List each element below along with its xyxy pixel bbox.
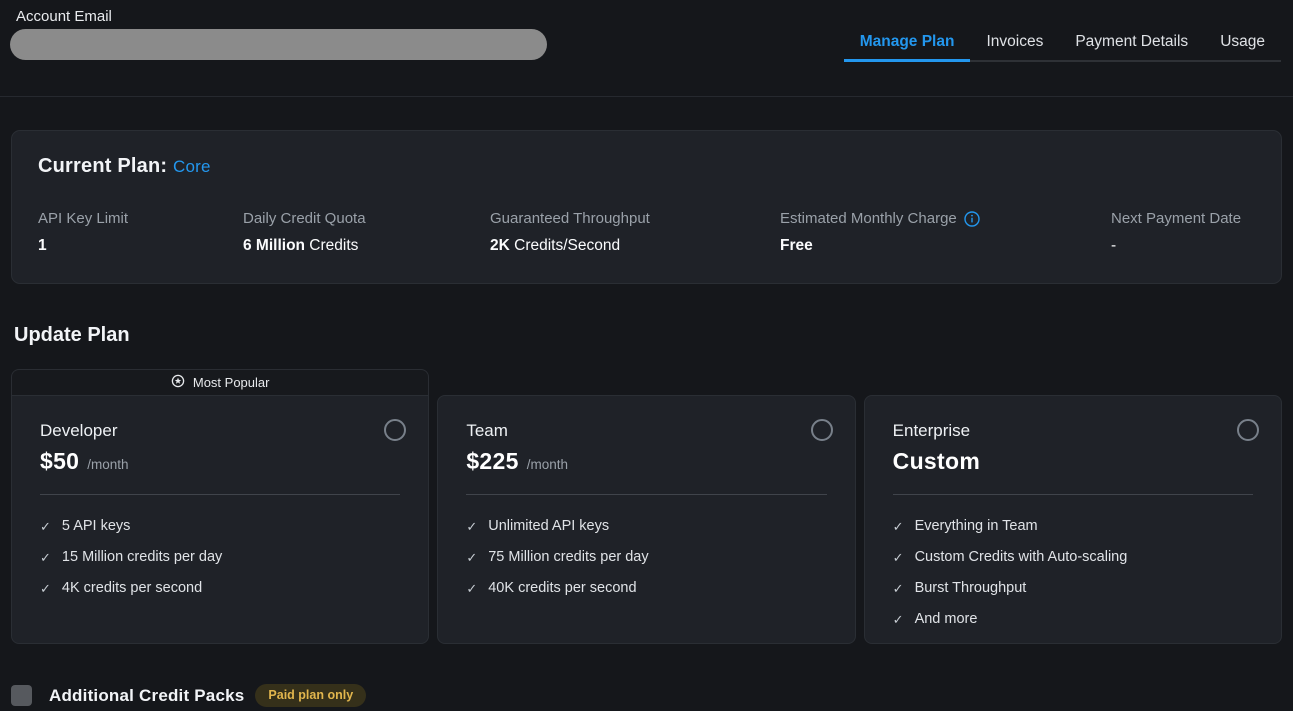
check-icon: ✓ — [893, 582, 904, 595]
plan-period: /month — [87, 457, 128, 472]
plan-price: Custom — [893, 448, 980, 475]
billing-tabs: Manage Plan Invoices Payment Details Usa… — [844, 8, 1281, 62]
most-popular-banner: Most Popular — [11, 369, 429, 395]
tab-invoices[interactable]: Invoices — [970, 8, 1059, 62]
stat-daily-credit-quota: Daily Credit Quota 6 Million Credits — [243, 210, 490, 255]
plan-price: $50 — [40, 448, 79, 475]
check-icon: ✓ — [40, 582, 51, 595]
plan-feature-item: ✓ Custom Credits with Auto-scaling — [893, 549, 1253, 565]
stat-estimated-monthly-charge: Estimated Monthly Charge Free — [780, 210, 1111, 255]
plan-features: ✓ 5 API keys ✓ 15 Million credits per da… — [40, 518, 400, 596]
plan-card-developer[interactable]: Developer $50 /month ✓ 5 API keys — [11, 395, 429, 644]
plan-option-developer: Most Popular Developer $50 /month ✓ 5 AP… — [11, 369, 429, 644]
current-plan-card: Current Plan: Core API Key Limit 1 Daily… — [11, 130, 1282, 284]
check-icon: ✓ — [40, 551, 51, 564]
plan-feature-item: ✓ 15 Million credits per day — [40, 549, 400, 565]
tab-usage[interactable]: Usage — [1204, 8, 1281, 62]
current-plan-stats: API Key Limit 1 Daily Credit Quota 6 Mil… — [38, 210, 1255, 255]
update-plan-heading: Update Plan — [14, 324, 1282, 347]
most-popular-icon — [171, 374, 185, 391]
current-plan-label: Current Plan: — [38, 155, 167, 177]
check-icon: ✓ — [893, 551, 904, 564]
plan-features: ✓ Everything in Team ✓ Custom Credits wi… — [893, 518, 1253, 627]
most-popular-label: Most Popular — [193, 375, 270, 390]
tab-payment-details[interactable]: Payment Details — [1059, 8, 1204, 62]
plan-options: Most Popular Developer $50 /month ✓ 5 AP… — [11, 369, 1282, 644]
account-email-value — [10, 29, 547, 60]
additional-credit-packs-row: Additional Credit Packs Paid plan only — [11, 684, 1282, 707]
check-icon: ✓ — [466, 582, 477, 595]
tab-manage-plan[interactable]: Manage Plan — [844, 8, 971, 62]
stat-guaranteed-throughput: Guaranteed Throughput 2K Credits/Second — [490, 210, 780, 255]
check-icon: ✓ — [893, 613, 904, 626]
plan-radio-team[interactable] — [811, 419, 833, 441]
plan-feature-item: ✓ 4K credits per second — [40, 580, 400, 596]
page-header: Account Email Manage Plan Invoices Payme… — [0, 8, 1293, 97]
stat-next-payment-date: Next Payment Date - — [1111, 210, 1255, 255]
plan-card-team[interactable]: Team $225 /month ✓ Unlimited API keys — [437, 395, 855, 644]
check-icon: ✓ — [40, 520, 51, 533]
plan-name: Enterprise — [893, 421, 1253, 441]
plan-feature-item: ✓ Everything in Team — [893, 518, 1253, 534]
check-icon: ✓ — [893, 520, 904, 533]
plan-option-team: Team $225 /month ✓ Unlimited API keys — [437, 395, 855, 644]
plan-radio-developer[interactable] — [384, 419, 406, 441]
main-content: Current Plan: Core API Key Limit 1 Daily… — [0, 130, 1293, 707]
plan-feature-item: ✓ 5 API keys — [40, 518, 400, 534]
plan-option-enterprise: Enterprise Custom ✓ Everything in Team — [864, 395, 1282, 644]
info-icon[interactable] — [964, 211, 980, 227]
plan-radio-enterprise[interactable] — [1237, 419, 1259, 441]
plan-name: Team — [466, 421, 826, 441]
plan-period: /month — [527, 457, 568, 472]
plan-price: $225 — [466, 448, 518, 475]
check-icon: ✓ — [466, 520, 477, 533]
divider — [40, 494, 400, 495]
plan-features: ✓ Unlimited API keys ✓ 75 Million credit… — [466, 518, 826, 596]
plan-feature-item: ✓ 40K credits per second — [466, 580, 826, 596]
divider — [893, 494, 1253, 495]
plan-name: Developer — [40, 421, 400, 441]
plan-card-enterprise[interactable]: Enterprise Custom ✓ Everything in Team — [864, 395, 1282, 644]
plan-feature-item: ✓ Unlimited API keys — [466, 518, 826, 534]
plan-feature-item: ✓ And more — [893, 611, 1253, 627]
paid-plan-only-badge: Paid plan only — [255, 684, 366, 707]
check-icon: ✓ — [466, 551, 477, 564]
current-plan-name: Core — [173, 157, 211, 176]
plan-feature-item: ✓ Burst Throughput — [893, 580, 1253, 596]
plan-feature-item: ✓ 75 Million credits per day — [466, 549, 826, 565]
divider — [466, 494, 826, 495]
current-plan-title: Current Plan: Core — [38, 155, 1255, 178]
stat-api-key-limit: API Key Limit 1 — [38, 210, 243, 255]
